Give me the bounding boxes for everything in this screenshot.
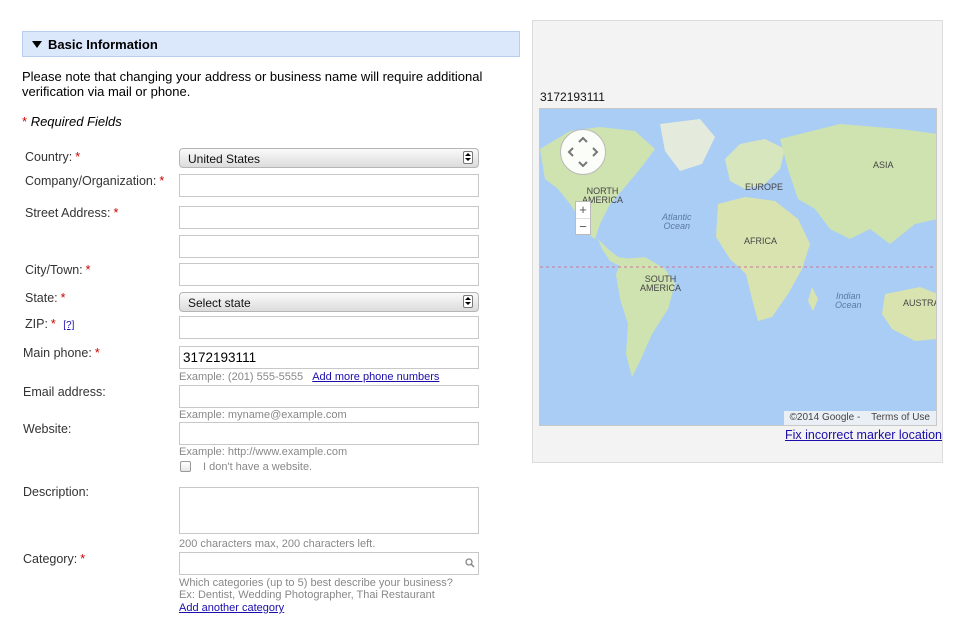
select-arrows-icon xyxy=(463,151,473,164)
zoom-control: + − xyxy=(575,201,591,235)
no-website-checkbox[interactable] xyxy=(180,461,191,472)
required-fields-label: Required Fields xyxy=(30,114,122,129)
terms-of-use-link[interactable]: Terms of Use xyxy=(871,412,930,423)
website-input[interactable] xyxy=(179,422,479,445)
zip-label-text: ZIP: xyxy=(25,317,48,331)
description-label-text: Description: xyxy=(23,485,89,499)
zoom-out-button[interactable]: − xyxy=(576,219,590,235)
description-hint: 200 characters max, 200 characters left. xyxy=(179,538,376,550)
required-fields-note: * Required Fields xyxy=(22,114,122,129)
country-select[interactable]: United States xyxy=(179,148,479,168)
state-select-value: Select state xyxy=(188,296,251,310)
country-label: Country: * xyxy=(25,150,80,164)
category-hint-question: Which categories (up to 5) best describe… xyxy=(179,577,453,589)
map-label-atlantic-ocean: Atlantic Ocean xyxy=(662,212,692,231)
map-label-europe: EUROPE xyxy=(745,182,784,192)
email-label-text: Email address: xyxy=(23,385,106,399)
zoom-in-button[interactable]: + xyxy=(576,202,590,219)
city-input[interactable] xyxy=(179,263,479,286)
map-copyright: ©2014 Google - xyxy=(789,412,861,423)
map[interactable]: ASIA NORTH AMERICA EUROPE Atlantic Ocean… xyxy=(539,108,937,426)
state-label: State: * xyxy=(25,291,66,305)
city-label-text: City/Town: xyxy=(25,263,83,277)
verification-note: Please note that changing your address o… xyxy=(22,69,483,99)
map-label-africa: AFRICA xyxy=(744,236,778,246)
category-label: Category: * xyxy=(23,552,85,566)
required-star: * xyxy=(60,291,66,305)
map-label-indian-ocean: Indian Ocean xyxy=(835,291,862,310)
map-phone-text: 3172193111 xyxy=(540,90,605,104)
required-star: * xyxy=(94,346,100,360)
required-star: * xyxy=(159,174,165,188)
company-label: Company/Organization: * xyxy=(25,174,164,188)
description-label: Description: xyxy=(23,485,89,499)
category-field[interactable] xyxy=(179,552,479,575)
state-label-text: State: xyxy=(25,291,58,305)
description-textarea[interactable] xyxy=(179,487,479,534)
required-star: * xyxy=(22,114,28,129)
pan-control[interactable] xyxy=(560,129,606,175)
category-label-text: Category: xyxy=(23,552,78,566)
email-label: Email address: xyxy=(23,385,106,399)
state-select[interactable]: Select state xyxy=(179,292,479,312)
collapse-triangle-icon[interactable] xyxy=(32,41,42,48)
no-website-label: I don't have a website. xyxy=(203,461,313,473)
pan-arrows-icon xyxy=(567,136,599,168)
country-select-value: United States xyxy=(188,152,261,166)
email-input[interactable] xyxy=(179,385,479,408)
map-label-asia: ASIA xyxy=(873,160,894,170)
street-label: Street Address: * xyxy=(25,206,118,220)
map-attribution: ©2014 Google - Terms of Use xyxy=(783,411,936,425)
main-phone-label-text: Main phone: xyxy=(23,346,92,360)
company-input[interactable] xyxy=(179,174,479,197)
email-hint: Example: myname@example.com xyxy=(179,409,347,421)
street-address-input-1[interactable] xyxy=(179,206,479,229)
zip-label: ZIP: * [?] xyxy=(25,317,74,331)
company-label-text: Company/Organization: xyxy=(25,174,157,188)
required-star: * xyxy=(75,150,81,164)
category-hint-examples: Ex: Dentist, Wedding Photographer, Thai … xyxy=(179,589,435,601)
map-label-australia: AUSTRA xyxy=(903,298,937,308)
city-label: City/Town: * xyxy=(25,263,91,277)
zip-help-link[interactable]: [?] xyxy=(63,320,74,331)
website-label-text: Website: xyxy=(23,422,72,436)
fix-marker-location-link[interactable]: Fix incorrect marker location xyxy=(785,428,942,442)
select-arrows-icon xyxy=(463,295,473,308)
add-another-category-link[interactable]: Add another category xyxy=(179,602,284,614)
category-input[interactable] xyxy=(179,552,479,575)
required-star: * xyxy=(50,317,56,331)
street-address-input-2[interactable] xyxy=(179,235,479,258)
required-star: * xyxy=(113,206,119,220)
main-phone-input[interactable] xyxy=(179,346,479,369)
search-icon xyxy=(465,558,475,568)
add-phone-numbers-link[interactable]: Add more phone numbers xyxy=(312,371,439,383)
zip-input[interactable] xyxy=(179,316,479,339)
map-label-south-america: SOUTH AMERICA xyxy=(640,274,682,293)
section-header-basic-information[interactable]: Basic Information xyxy=(22,31,520,57)
website-hint: Example: http://www.example.com xyxy=(179,446,348,458)
required-star: * xyxy=(85,263,91,277)
street-label-text: Street Address: xyxy=(25,206,111,220)
phone-hint: Example: (201) 555-5555 Add more phone n… xyxy=(179,371,439,383)
section-title: Basic Information xyxy=(48,37,158,52)
website-label: Website: xyxy=(23,422,71,436)
country-label-text: Country: xyxy=(25,150,73,164)
required-star: * xyxy=(80,552,86,566)
phone-example-text: Example: (201) 555-5555 xyxy=(179,371,304,383)
main-phone-label: Main phone: * xyxy=(23,346,100,360)
